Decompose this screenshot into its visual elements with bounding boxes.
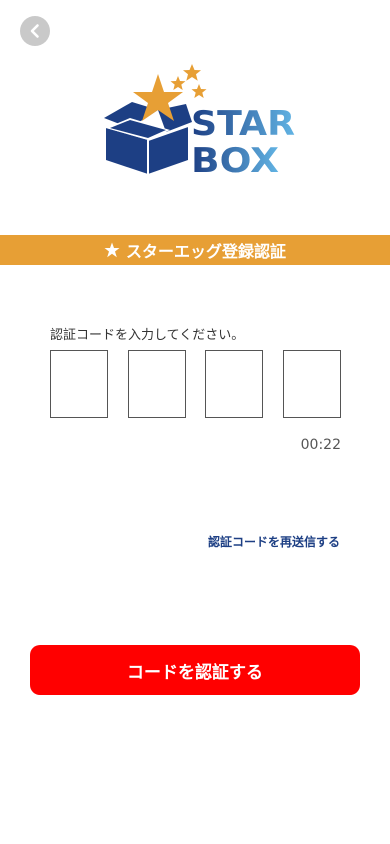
code-digit-1[interactable] bbox=[50, 350, 108, 418]
resend-code-link[interactable]: 認証コードを再送信する bbox=[208, 533, 340, 550]
code-input-group bbox=[50, 350, 341, 418]
banner-title: スターエッグ登録認証 bbox=[125, 242, 286, 261]
instruction-text: 認証コードを入力してください。 bbox=[50, 328, 245, 343]
small-star-icon bbox=[170, 76, 186, 90]
verify-code-button-label: コードを認証する bbox=[127, 662, 263, 683]
logo-text-box: BOX bbox=[191, 141, 279, 180]
small-star-icon bbox=[191, 84, 207, 98]
code-digit-3[interactable] bbox=[205, 350, 264, 418]
small-star-icon bbox=[183, 64, 201, 81]
code-digit-4[interactable] bbox=[282, 350, 341, 418]
title-banner: スターエッグ登録認証 bbox=[0, 235, 390, 265]
star-icon bbox=[104, 242, 120, 258]
logo-text-star: STAR bbox=[191, 104, 295, 144]
back-button[interactable] bbox=[20, 16, 50, 46]
code-digit-2[interactable] bbox=[127, 350, 186, 418]
chevron-left-icon bbox=[30, 24, 39, 38]
verify-code-button[interactable]: コードを認証する bbox=[30, 645, 360, 695]
countdown-timer: 00:22 bbox=[300, 437, 341, 453]
starbox-logo: STAR BOX bbox=[96, 62, 301, 181]
